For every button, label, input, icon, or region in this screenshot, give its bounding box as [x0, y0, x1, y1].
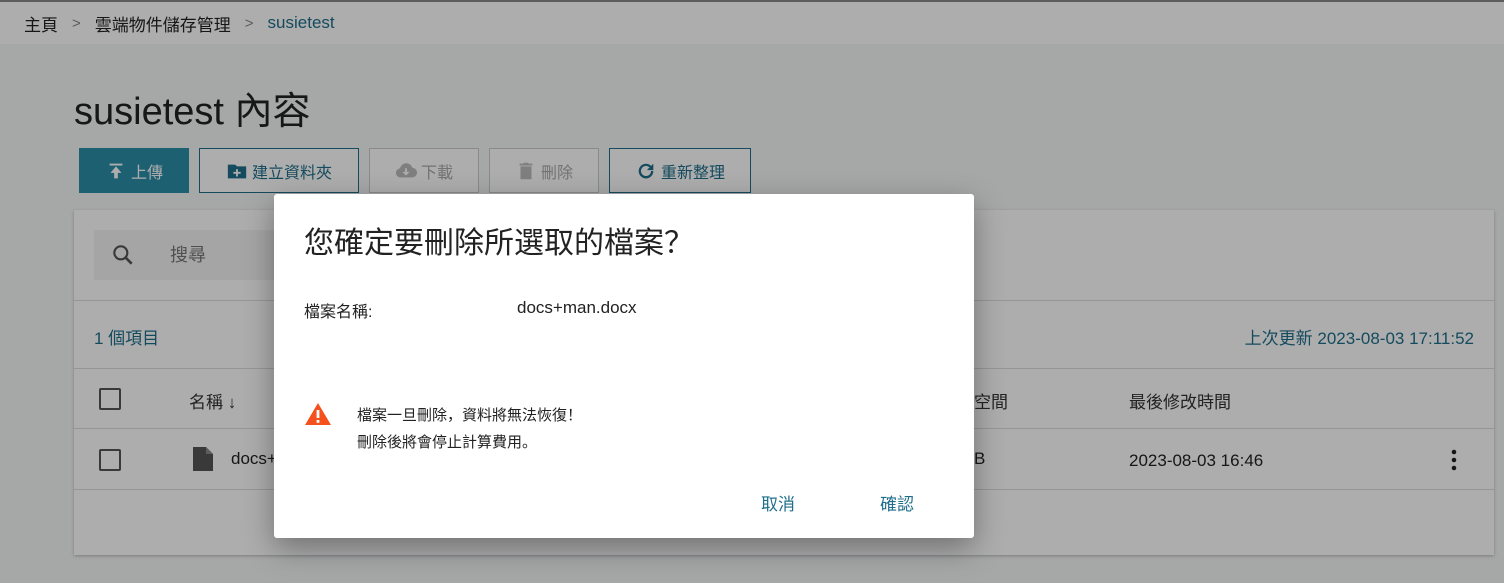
file-name-label: 檔案名稱: — [304, 304, 373, 321]
dialog-title: 您確定要刪除所選取的檔案？ — [304, 227, 694, 260]
delete-confirm-dialog: 您確定要刪除所選取的檔案？ 檔案名稱: docs+man.docx 檔案一旦刪除… — [274, 194, 974, 538]
warning-text-line2: 刪除後將會停止計算費用。 — [357, 434, 538, 451]
file-name-value: docs+man.docx — [517, 298, 637, 317]
cancel-button[interactable]: 取消 — [761, 490, 795, 515]
warning-triangle-icon — [305, 403, 331, 425]
confirm-button[interactable]: 確認 — [880, 490, 914, 515]
warning-text-line1: 檔案一旦刪除，資料將無法恢復！ — [357, 407, 583, 424]
